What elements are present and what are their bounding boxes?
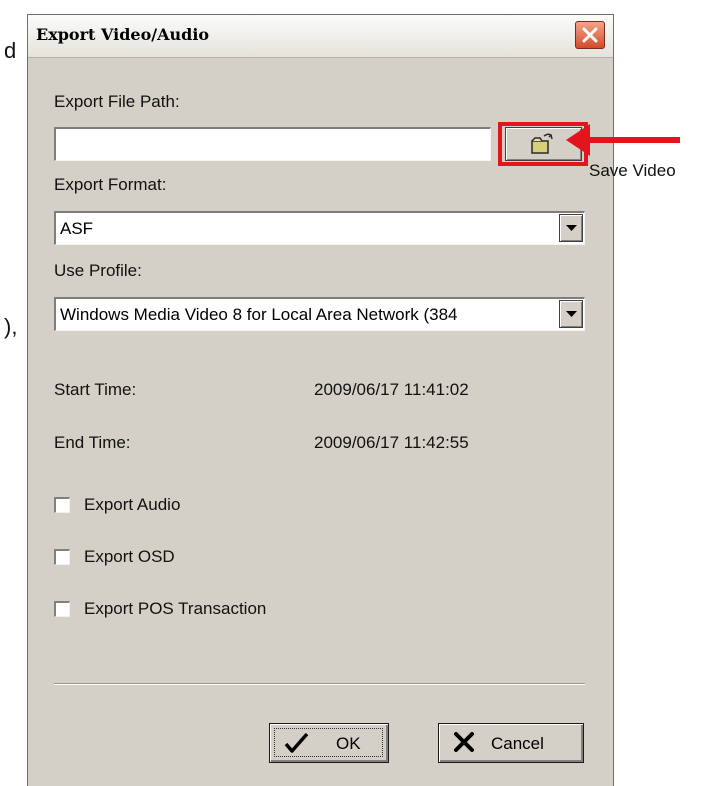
background-text-fragment: d (4, 38, 17, 63)
end-time-label: End Time: (54, 433, 131, 452)
use-profile-select[interactable]: Windows Media Video 8 for Local Area Net… (54, 297, 585, 331)
export-path-label: Export File Path: (54, 92, 180, 111)
close-x-icon (582, 27, 598, 43)
export-pos-transaction-label[interactable]: Export POS Transaction (84, 599, 266, 619)
chevron-down-icon (566, 311, 577, 317)
title-bar: Export Video/Audio (28, 15, 613, 58)
use-profile-label: Use Profile: (54, 261, 142, 280)
export-osd-label[interactable]: Export OSD (84, 547, 175, 567)
export-path-input[interactable] (54, 127, 491, 161)
ok-button[interactable]: OK (269, 723, 389, 763)
use-profile-value: Windows Media Video 8 for Local Area Net… (60, 305, 458, 324)
export-pos-transaction-checkbox[interactable] (54, 601, 70, 617)
use-profile-dropdown-button[interactable] (559, 300, 583, 328)
export-dialog: Export Video/Audio Export File Path: Exp… (27, 14, 614, 786)
save-video-annotation: Save Video (589, 161, 676, 180)
export-format-label: Export Format: (54, 175, 167, 194)
export-audio-label[interactable]: Export Audio (84, 495, 180, 515)
export-osd-checkbox[interactable] (54, 549, 70, 565)
start-time-label: Start Time: (54, 380, 137, 399)
separator-line (54, 683, 585, 685)
export-format-select[interactable]: ASF (54, 211, 585, 245)
background-text-fragment: ), (4, 314, 18, 339)
chevron-down-icon (566, 225, 577, 231)
x-mark-icon (454, 732, 474, 752)
cancel-button[interactable]: Cancel (438, 723, 584, 763)
close-button[interactable] (575, 21, 605, 49)
export-format-dropdown-button[interactable] (559, 214, 583, 242)
end-time-value: 2009/06/17 11:42:55 (314, 433, 469, 452)
export-audio-checkbox[interactable] (54, 497, 70, 513)
start-time-value: 2009/06/17 11:41:02 (314, 380, 469, 399)
dialog-title: Export Video/Audio (36, 25, 210, 44)
export-format-value: ASF (60, 219, 94, 238)
cancel-button-label: Cancel (491, 734, 544, 753)
checkmark-icon (284, 732, 309, 753)
red-arrow-icon (566, 124, 680, 156)
ok-button-label: OK (336, 734, 361, 753)
